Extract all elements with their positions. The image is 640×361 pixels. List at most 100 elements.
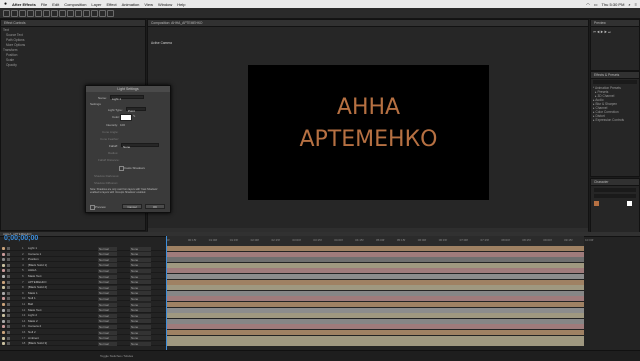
layer-name[interactable]: Mask Text [28, 308, 41, 313]
layer-row[interactable]: 9 Mask 1 Normal None [0, 291, 166, 296]
layer-color-label[interactable] [2, 331, 5, 334]
toggle-switches-label[interactable]: Toggle Switches / Modes [100, 354, 133, 358]
layer-mode-select[interactable]: Normal [98, 341, 117, 346]
layer-mode-select[interactable]: Normal [98, 296, 117, 301]
layer-mode-select[interactable]: Normal [98, 274, 117, 279]
brush-tool-icon[interactable] [75, 10, 82, 17]
layer-row[interactable]: 6 Mask Text Normal None [0, 274, 166, 279]
ok-button[interactable]: OK [145, 204, 165, 209]
layer-name[interactable]: Light 2 [28, 313, 37, 318]
layer-color-label[interactable] [2, 263, 5, 267]
eye-icon[interactable] [7, 342, 10, 346]
layer-mode-select[interactable]: Normal [98, 291, 117, 296]
layer-parent-select[interactable]: None [130, 257, 151, 262]
effect-row[interactable]: Position [3, 53, 143, 57]
menu-view[interactable]: View [144, 2, 153, 7]
layer-duration-bar[interactable] [166, 246, 584, 251]
eye-icon[interactable] [7, 275, 10, 278]
puppet-tool-icon[interactable] [107, 10, 114, 17]
layer-parent-select[interactable]: None [130, 268, 151, 273]
layer-name[interactable]: Position [28, 257, 39, 262]
light-type-select[interactable]: Point [126, 107, 146, 113]
eye-icon[interactable] [7, 325, 10, 329]
wifi-icon[interactable]: ◠ [586, 2, 590, 7]
search-icon[interactable]: ⌕ [628, 2, 630, 7]
layer-color-label[interactable] [2, 291, 5, 295]
color-swatch[interactable] [120, 114, 132, 121]
layer-duration-bar[interactable] [166, 341, 584, 347]
layer-duration-bar[interactable] [166, 335, 584, 341]
layer-duration-bar[interactable] [166, 257, 584, 263]
layer-color-label[interactable] [2, 258, 5, 262]
layer-mode-select[interactable]: Normal [98, 268, 117, 273]
menu-edit[interactable]: Edit [52, 2, 59, 7]
layer-name[interactable]: [Black Solid 1] [28, 263, 47, 268]
playhead[interactable] [166, 236, 167, 350]
layer-parent-select[interactable]: None [130, 252, 151, 257]
falloff-select[interactable]: None [121, 143, 159, 149]
stroke-color-swatch[interactable] [627, 201, 632, 206]
menu-list-icon[interactable]: ≡ [635, 2, 637, 7]
menu-app-name[interactable]: After Effects [12, 2, 36, 7]
layer-row[interactable]: 15 Camera 2 Normal None [0, 324, 166, 330]
pen-tool-icon[interactable] [59, 10, 66, 17]
layer-name[interactable]: Mask 1 [28, 291, 38, 296]
layer-row[interactable]: 2 Camera 1 Normal None [0, 252, 166, 257]
layer-name[interactable]: Mask 2 [28, 319, 38, 324]
layer-color-label[interactable] [2, 286, 5, 290]
eye-icon[interactable] [7, 280, 10, 284]
eye-icon[interactable] [7, 252, 10, 256]
layer-duration-bar[interactable] [166, 251, 584, 257]
eye-icon[interactable] [7, 303, 10, 306]
layer-color-label[interactable] [2, 252, 5, 256]
shape-tool-icon[interactable] [51, 10, 58, 17]
hand-tool-icon[interactable] [11, 10, 18, 17]
menu-composition[interactable]: Composition [64, 2, 86, 7]
layer-mode-select[interactable]: Normal [98, 308, 117, 313]
effect-controls-tab[interactable]: Effect Controls [1, 20, 145, 27]
eye-icon[interactable] [7, 258, 10, 262]
layer-mode-select[interactable]: Normal [98, 285, 117, 290]
layer-duration-bar[interactable] [166, 279, 584, 285]
layer-row[interactable]: 12 Mask Text Normal None [0, 308, 166, 313]
layer-color-label[interactable] [2, 280, 5, 284]
layer-row[interactable]: 4 [Black Solid 1] Normal None [0, 263, 166, 268]
eye-icon[interactable] [7, 247, 10, 250]
layer-color-label[interactable] [2, 247, 5, 250]
layer-duration-bar[interactable] [166, 307, 584, 313]
layer-duration-bar[interactable] [166, 330, 584, 335]
effect-row[interactable]: Path Options [3, 38, 143, 42]
layer-parent-select[interactable]: None [130, 330, 151, 335]
layer-color-label[interactable] [2, 342, 5, 346]
layer-color-label[interactable] [2, 303, 5, 306]
stamp-tool-icon[interactable] [83, 10, 90, 17]
layer-row[interactable]: 3 Position Normal None [0, 257, 166, 263]
layer-color-label[interactable] [2, 275, 5, 278]
eye-icon[interactable] [7, 269, 10, 273]
layer-mode-select[interactable]: Normal [98, 313, 117, 318]
layer-color-label[interactable] [2, 269, 5, 273]
eye-icon[interactable] [7, 308, 10, 312]
layer-parent-select[interactable]: None [130, 263, 151, 268]
layer-mode-select[interactable]: Normal [98, 280, 117, 285]
layer-name[interactable]: Null 2 [28, 330, 36, 335]
effects-item[interactable]: ▸ Expression Controls [593, 118, 637, 122]
layer-duration-bar[interactable] [166, 324, 584, 330]
name-field[interactable]: Light 1 [110, 95, 144, 101]
layer-parent-select[interactable]: None [130, 291, 151, 296]
layer-mode-select[interactable]: Normal [98, 324, 117, 329]
menu-window[interactable]: Window [158, 2, 172, 7]
layer-name[interactable]: [Black Solid 3] [28, 341, 47, 346]
eye-icon[interactable] [7, 336, 10, 340]
layer-parent-select[interactable]: None [130, 246, 151, 251]
layer-parent-select[interactable]: None [130, 308, 151, 313]
effects-search-input[interactable] [593, 80, 637, 84]
layer-name[interactable]: АРТЕМЕНКО [28, 280, 46, 285]
effect-row[interactable]: Source Text [3, 33, 143, 37]
menu-help[interactable]: Help [177, 2, 185, 7]
layer-mode-select[interactable]: Normal [98, 336, 117, 341]
effects-presets-tab[interactable]: Effects & Presets [591, 72, 639, 79]
cancel-button[interactable]: Cancel [122, 204, 142, 209]
eyedropper-icon[interactable]: ✎ [133, 114, 136, 118]
effect-row[interactable]: Transform [3, 48, 143, 52]
